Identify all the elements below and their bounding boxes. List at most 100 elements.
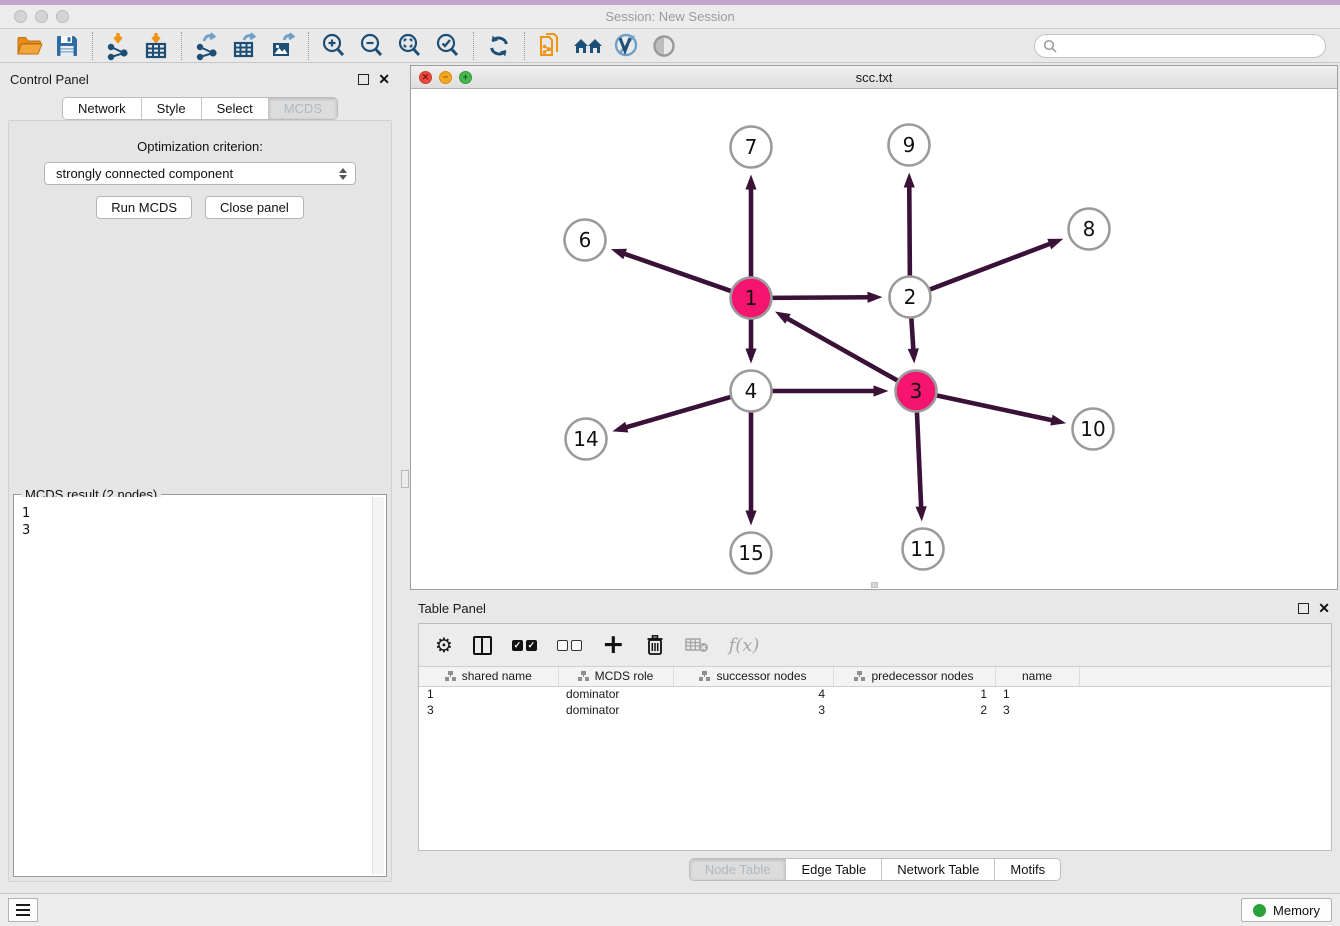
network-window-titlebar[interactable]: ✕ − + scc.txt — [411, 66, 1337, 89]
svg-text:14: 14 — [573, 427, 598, 451]
table-row[interactable]: 1 dominator 4 1 1 — [419, 686, 1331, 702]
cell-name[interactable]: 3 — [995, 702, 1079, 718]
memory-button[interactable]: Memory — [1241, 898, 1332, 922]
duplicate-network-button[interactable] — [531, 30, 569, 62]
search-icon — [1043, 39, 1057, 53]
select-all-columns-button[interactable]: ✓ ✓ — [512, 640, 537, 651]
float-table-panel-icon[interactable] — [1298, 603, 1309, 614]
checked-box-icon: ✓ — [526, 640, 537, 651]
tab-select[interactable]: Select — [202, 98, 269, 119]
run-mcds-button[interactable]: Run MCDS — [96, 196, 192, 219]
toolbar-separator — [308, 32, 309, 60]
zoom-fit-icon — [395, 31, 425, 61]
cell-mcds-role[interactable]: dominator — [558, 686, 673, 702]
splitter-grip[interactable] — [401, 470, 409, 488]
criterion-dropdown[interactable]: strongly connected component — [44, 162, 356, 185]
task-history-button[interactable] — [8, 898, 38, 922]
main-titlebar: Session: New Session — [0, 5, 1340, 29]
svg-text:6: 6 — [579, 228, 592, 252]
cell-successor-nodes[interactable]: 3 — [673, 702, 833, 718]
table-toolbar: ⚙ ✓ ✓ + — [419, 624, 1331, 667]
import-table-button[interactable] — [137, 30, 175, 62]
create-column-button[interactable]: + — [602, 635, 625, 655]
vertical-splitter[interactable] — [400, 65, 410, 888]
import-table-icon — [141, 31, 171, 61]
svg-text:11: 11 — [910, 537, 935, 561]
save-session-button[interactable] — [48, 30, 86, 62]
import-network-button[interactable] — [99, 30, 137, 62]
tab-style[interactable]: Style — [142, 98, 202, 119]
vizmapper-button[interactable] — [607, 30, 645, 62]
application-window: Session: New Session — [0, 0, 1340, 926]
svg-text:8: 8 — [1083, 217, 1096, 241]
mcds-tab-content: Optimization criterion: strongly connect… — [8, 120, 392, 882]
cell-name[interactable]: 1 — [995, 686, 1079, 702]
export-network-button[interactable] — [188, 30, 226, 62]
column-tree-icon — [699, 671, 710, 681]
node-table: shared name MCDS role successor nodes pr… — [419, 667, 1331, 718]
import-network-icon — [103, 31, 133, 61]
column-header-name[interactable]: name — [995, 667, 1079, 686]
show-columns-button[interactable] — [473, 636, 492, 655]
table-row[interactable]: 3 dominator 3 2 3 — [419, 702, 1331, 718]
column-tree-icon — [445, 671, 456, 681]
apply-layout-button[interactable] — [480, 30, 518, 62]
mcds-result-line: 1 — [22, 505, 366, 522]
float-panel-icon[interactable] — [358, 74, 369, 85]
tab-network-table[interactable]: Network Table — [882, 859, 995, 880]
checked-box-icon: ✓ — [512, 640, 523, 651]
function-builder-button-disabled: f(x) — [729, 635, 760, 656]
tab-edge-table[interactable]: Edge Table — [786, 859, 882, 880]
cell-predecessor-nodes[interactable]: 2 — [833, 702, 995, 718]
svg-text:3: 3 — [910, 379, 923, 403]
cell-shared-name[interactable]: 3 — [419, 702, 558, 718]
tab-node-table[interactable]: Node Table — [690, 859, 787, 880]
network-canvas[interactable]: 1234678910111415 — [411, 89, 1337, 589]
cell-successor-nodes[interactable]: 4 — [673, 686, 833, 702]
zoom-out-button[interactable] — [353, 30, 391, 62]
optimization-criterion-label: Optimization criterion: — [9, 139, 391, 154]
close-panel-button[interactable]: Close panel — [205, 196, 304, 219]
open-folder-icon — [15, 32, 43, 60]
export-table-button[interactable] — [226, 30, 264, 62]
status-bar: Memory — [0, 893, 1340, 926]
table-settings-button[interactable]: ⚙ — [435, 633, 453, 657]
network-graph[interactable]: 1234678910111415 — [411, 89, 1337, 589]
table-panel: Table Panel ✕ ⚙ ✓ ✓ + — [410, 595, 1340, 892]
result-scrollbar[interactable] — [372, 497, 384, 874]
search-input[interactable] — [1061, 36, 1325, 56]
export-image-button[interactable] — [264, 30, 302, 62]
delete-column-button[interactable] — [645, 634, 665, 656]
zoom-in-button[interactable] — [315, 30, 353, 62]
network-browser-button[interactable] — [569, 30, 607, 62]
export-network-icon — [192, 31, 222, 61]
list-icon — [16, 909, 30, 912]
refresh-icon — [485, 32, 513, 60]
zoom-fit-button[interactable] — [391, 30, 429, 62]
column-header-predecessor-nodes[interactable]: predecessor nodes — [833, 667, 995, 686]
zoom-selected-button[interactable] — [429, 30, 467, 62]
tab-motifs[interactable]: Motifs — [995, 859, 1060, 880]
column-header-shared-name[interactable]: shared name — [419, 667, 558, 686]
level-of-detail-button[interactable] — [645, 30, 683, 62]
cell-shared-name[interactable]: 1 — [419, 686, 558, 702]
column-header-mcds-role[interactable]: MCDS role — [558, 667, 673, 686]
column-header-successor-nodes[interactable]: successor nodes — [673, 667, 833, 686]
toolbar-separator — [473, 32, 474, 60]
network-title: scc.txt — [411, 70, 1337, 85]
control-panel: Control Panel ✕ Network Style Select MCD… — [0, 65, 400, 888]
svg-text:2: 2 — [904, 285, 917, 309]
network-resize-grip[interactable] — [871, 582, 878, 588]
close-panel-icon[interactable]: ✕ — [378, 72, 390, 86]
tab-network[interactable]: Network — [63, 98, 142, 119]
cell-predecessor-nodes[interactable]: 1 — [833, 686, 995, 702]
zoom-in-icon — [319, 31, 349, 61]
open-session-button[interactable] — [10, 30, 48, 62]
control-panel-header: Control Panel ✕ — [0, 65, 400, 93]
unselect-all-columns-button[interactable] — [557, 640, 582, 651]
cell-mcds-role[interactable]: dominator — [558, 702, 673, 718]
search-field[interactable] — [1034, 34, 1326, 58]
main-toolbar — [0, 29, 1340, 63]
tab-mcds[interactable]: MCDS — [269, 98, 337, 119]
close-table-panel-icon[interactable]: ✕ — [1318, 601, 1330, 615]
